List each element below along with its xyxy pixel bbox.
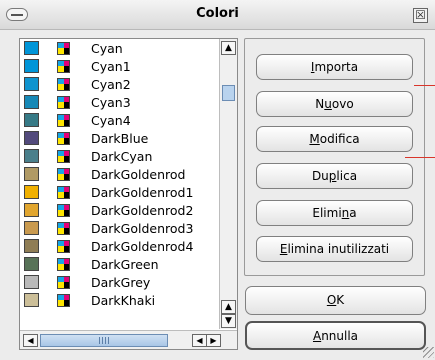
color-list-item[interactable]: Cyan: [20, 39, 218, 57]
color-list-item[interactable]: DarkKhaki: [20, 291, 218, 309]
color-list-item[interactable]: DarkBlue: [20, 129, 218, 147]
color-name: Cyan4: [91, 112, 131, 128]
cancel-button[interactable]: Annulla: [245, 321, 426, 350]
scroll-right-icon[interactable]: ▶: [206, 334, 221, 347]
color-name: Cyan1: [91, 58, 131, 74]
vertical-scroll-thumb[interactable]: [222, 85, 235, 101]
color-list-item[interactable]: DarkGoldenrod2: [20, 201, 218, 219]
accent-line: [414, 85, 435, 86]
delete-unused-button[interactable]: Elimina inutilizzati: [256, 236, 413, 262]
cmyk-icon: [57, 239, 70, 253]
color-list-frame: Cyan Cyan1 Cyan2 Cyan3 Cyan4 DarkBlue DarkCyan…: [19, 38, 238, 350]
cmyk-icon: [57, 77, 70, 91]
cmyk-icon: [57, 257, 70, 271]
new-button[interactable]: Nuovo: [256, 91, 413, 117]
close-icon[interactable]: ☒: [413, 8, 428, 23]
edit-button[interactable]: Modifica: [256, 126, 413, 152]
color-swatch: [24, 167, 39, 181]
cmyk-icon: [57, 185, 70, 199]
color-name: DarkGoldenrod2: [91, 202, 194, 218]
color-list-item[interactable]: DarkGoldenrod3: [20, 219, 218, 237]
cmyk-icon: [57, 167, 70, 181]
color-name: DarkGoldenrod3: [91, 220, 194, 236]
scroll-left-icon[interactable]: ◀: [23, 334, 38, 347]
color-swatch: [24, 95, 39, 109]
cmyk-icon: [57, 95, 70, 109]
window-title: Colori: [196, 6, 239, 21]
color-list-item[interactable]: Cyan1: [20, 57, 218, 75]
color-swatch: [24, 185, 39, 199]
color-swatch: [24, 41, 39, 55]
accent-line: [405, 157, 435, 158]
color-swatch: [24, 239, 39, 253]
color-list-item[interactable]: DarkGoldenrod1: [20, 183, 218, 201]
color-name: Cyan2: [91, 76, 131, 92]
horizontal-scroll-thumb[interactable]: [40, 334, 168, 347]
color-list-item[interactable]: DarkGrey: [20, 273, 218, 291]
color-name: Cyan: [91, 40, 123, 56]
scroll-up-icon[interactable]: ▲: [221, 41, 236, 55]
scroll-up-icon-lower[interactable]: ▲: [221, 300, 236, 314]
color-swatch: [24, 59, 39, 73]
color-name: DarkGoldenrod: [91, 166, 186, 182]
color-list-item[interactable]: DarkCyan: [20, 147, 218, 165]
color-name: DarkBlue: [91, 130, 149, 146]
color-swatch: [24, 293, 39, 307]
scroll-left-icon-2[interactable]: ◀: [192, 334, 207, 347]
color-swatch: [24, 257, 39, 271]
color-name: DarkKhaki: [91, 292, 156, 308]
title-bar: Colori ☒: [0, 0, 435, 30]
color-list-item[interactable]: DarkGoldenrod: [20, 165, 218, 183]
ok-button[interactable]: OK: [245, 286, 426, 315]
cmyk-icon: [57, 293, 70, 307]
color-name: DarkGoldenrod4: [91, 238, 194, 254]
vertical-scrollbar[interactable]: ▲ ▲ ▼: [219, 39, 237, 329]
color-list-item[interactable]: DarkGreen: [20, 255, 218, 273]
color-name: DarkGrey: [91, 274, 151, 290]
color-list-item[interactable]: Cyan2: [20, 75, 218, 93]
horizontal-scrollbar[interactable]: ◀ ◀ ▶: [20, 330, 237, 349]
scroll-down-icon[interactable]: ▼: [221, 314, 236, 328]
color-swatch: [24, 149, 39, 163]
delete-button[interactable]: Elimina: [256, 200, 413, 226]
cmyk-icon: [57, 113, 70, 127]
color-name: DarkGreen: [91, 256, 159, 272]
cmyk-icon: [57, 149, 70, 163]
cmyk-icon: [57, 203, 70, 217]
color-name: DarkCyan: [91, 148, 153, 164]
cmyk-icon: [57, 221, 70, 235]
color-list-item[interactable]: Cyan4: [20, 111, 218, 129]
color-list[interactable]: Cyan Cyan1 Cyan2 Cyan3 Cyan4 DarkBlue DarkCyan…: [20, 39, 218, 329]
cmyk-icon: [57, 59, 70, 73]
color-swatch: [24, 221, 39, 235]
cmyk-icon: [57, 131, 70, 145]
cmyk-icon: [57, 275, 70, 289]
color-list-item[interactable]: DarkGoldenrod4: [20, 237, 218, 255]
color-name: Cyan3: [91, 94, 131, 110]
duplicate-button[interactable]: Duplica: [256, 163, 413, 189]
cmyk-icon: [57, 41, 70, 55]
resize-grip-icon[interactable]: [423, 347, 434, 358]
color-swatch: [24, 131, 39, 145]
color-list-item[interactable]: Cyan3: [20, 93, 218, 111]
color-swatch: [24, 77, 39, 91]
color-name: DarkGoldenrod1: [91, 184, 194, 200]
color-swatch: [24, 113, 39, 127]
color-swatch: [24, 275, 39, 289]
import-button[interactable]: Importa: [256, 54, 413, 80]
color-swatch: [24, 203, 39, 217]
